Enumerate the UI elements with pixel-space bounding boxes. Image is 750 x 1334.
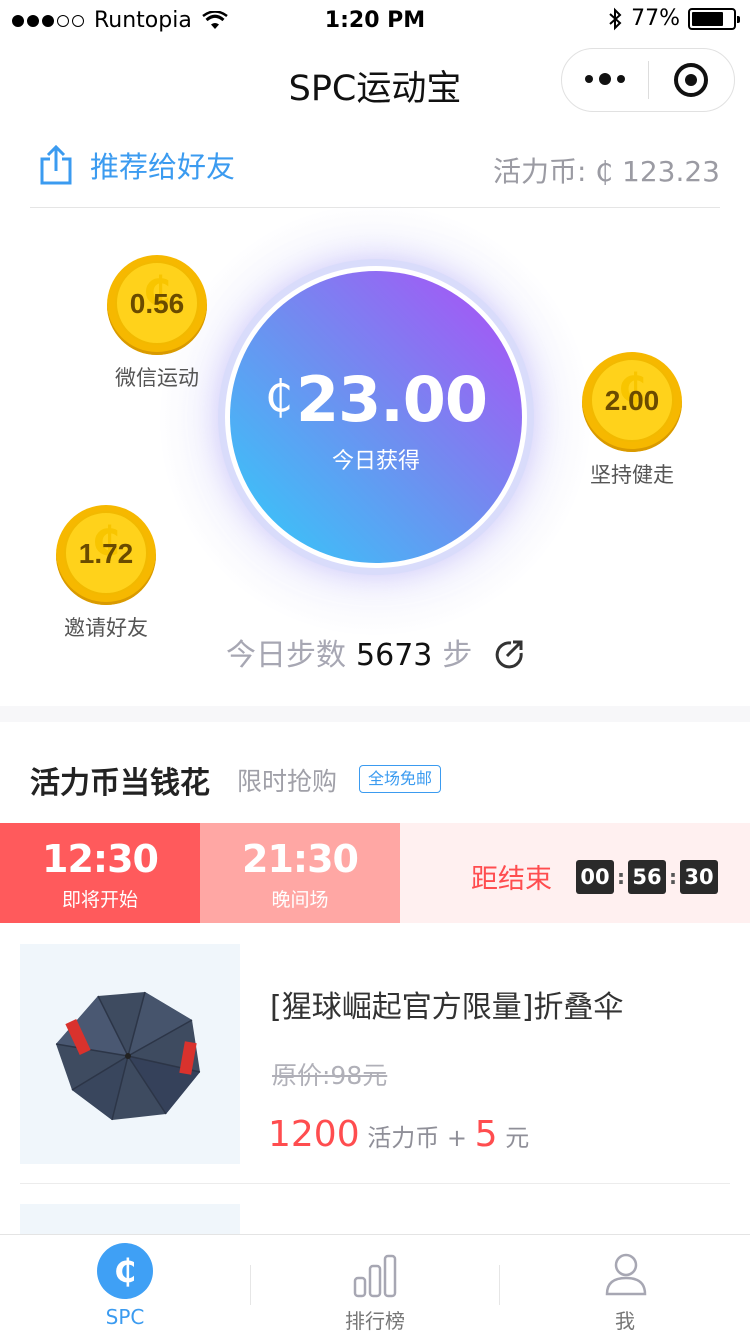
slot-label: 即将开始 <box>61 889 138 911</box>
countdown-colon: : <box>617 864 625 889</box>
time-slot-2130[interactable]: 21:30 晚间场 <box>200 823 400 923</box>
share-label: 推荐给好友 <box>90 150 236 184</box>
today-amount: ₵23.00 <box>230 363 522 436</box>
slot-time: 21:30 <box>242 837 359 881</box>
today-earned-label: 今日获得 <box>331 449 420 474</box>
target-close-icon <box>674 63 709 97</box>
currency-symbol: ₵ <box>264 371 293 422</box>
product-price: 1200 活力币 + 5 元 <box>268 1114 529 1155</box>
mini-program-capsule <box>561 48 735 112</box>
product-original-price: 原价:98元 <box>272 1061 388 1090</box>
coin-value: 0.56 <box>129 288 185 319</box>
status-bar: Runtopia 1:20 PM 77% <box>0 0 750 40</box>
flash-sale-timebar: 12:30 即将开始 21:30 晚间场 距结束 00 : 56 : 30 <box>0 823 750 923</box>
today-amount-value: 23.00 <box>295 363 488 436</box>
steps-count: 5673 <box>356 638 433 673</box>
share-icon <box>40 145 72 185</box>
slot-time: 12:30 <box>42 837 159 881</box>
tab-me[interactable]: 我 <box>500 1235 750 1334</box>
coin-value: 2.00 <box>604 385 660 416</box>
countdown-hours: 00 <box>576 859 614 894</box>
coin-label-keep-walking: 坚持健走 <box>590 463 674 487</box>
price-coins: 1200 <box>268 1114 360 1155</box>
coin-value: 1.72 <box>78 538 134 569</box>
bar-chart-icon <box>353 1254 397 1298</box>
product-title[interactable]: [猩球崛起官方限量]折叠伞 <box>270 982 623 1026</box>
close-button[interactable] <box>649 63 735 97</box>
product-image[interactable] <box>20 944 240 1164</box>
countdown-colon: : <box>669 864 677 889</box>
umbrella-image <box>55 991 201 1121</box>
section-gap <box>0 706 750 722</box>
share-button[interactable]: 推荐给好友 <box>38 144 235 186</box>
coin-keep-walking[interactable]: ₵ 2.00 <box>582 352 682 452</box>
page: Runtopia 1:20 PM 77% SPC运动宝 推荐给好友 活力币: ₵… <box>0 0 750 1334</box>
countdown-label: 距结束 <box>471 864 552 895</box>
price-coins-unit: 活力币 <box>367 1124 440 1152</box>
tab-label: SPC <box>105 1305 145 1329</box>
tab-ranking[interactable]: 排行榜 <box>250 1235 500 1334</box>
today-earned-circle[interactable]: ₵23.00 今日获得 <box>230 271 522 563</box>
tab-bar: ₵ SPC 排行榜 我 <box>0 1234 750 1334</box>
slot-label: 晚间场 <box>271 889 329 911</box>
coin-invite-friends[interactable]: ₵ 1.72 <box>56 505 156 605</box>
nav-bar: SPC运动宝 <box>0 40 750 128</box>
tab-label: 我 <box>615 1309 635 1333</box>
countdown-minutes: 56 <box>628 859 666 894</box>
battery-level <box>692 11 723 26</box>
steps-prefix: 今日步数 <box>226 638 347 673</box>
more-dots-icon[interactable] <box>562 73 648 85</box>
share-row: 推荐给好友 活力币: ₵ 123.23 <box>30 140 720 208</box>
section-title: 活力币当钱花 <box>30 766 210 801</box>
free-shipping-badge: 全场免邮 <box>359 765 442 793</box>
price-plus: + <box>446 1124 468 1152</box>
price-cash: 5 <box>474 1114 498 1155</box>
coin-label-wechat-sport: 微信运动 <box>115 366 199 390</box>
today-steps: 今日步数 5673 步 <box>0 630 750 674</box>
tab-label: 排行榜 <box>345 1309 405 1333</box>
battery-icon <box>688 7 740 30</box>
tab-spc[interactable]: ₵ SPC <box>0 1235 250 1334</box>
balance-text: 活力币: ₵ 123.23 <box>492 155 720 188</box>
user-icon <box>605 1253 647 1296</box>
price-cash-unit: 元 <box>505 1124 530 1152</box>
bluetooth-icon <box>609 7 622 30</box>
battery-percent: 77% <box>631 6 680 31</box>
section-subtitle: 限时抢购 <box>237 767 338 796</box>
product-divider <box>20 1183 730 1184</box>
spc-coin-icon: ₵ <box>97 1243 153 1299</box>
external-link-icon[interactable] <box>494 639 524 669</box>
status-right: 77% <box>607 6 740 31</box>
steps-unit: 步 <box>442 638 473 673</box>
countdown-seconds: 30 <box>680 859 718 894</box>
coin-wechat-sport[interactable]: ₵ 0.56 <box>107 255 207 355</box>
time-slot-1230[interactable]: 12:30 即将开始 <box>0 823 200 923</box>
countdown: 距结束 00 : 56 : 30 <box>471 857 718 896</box>
